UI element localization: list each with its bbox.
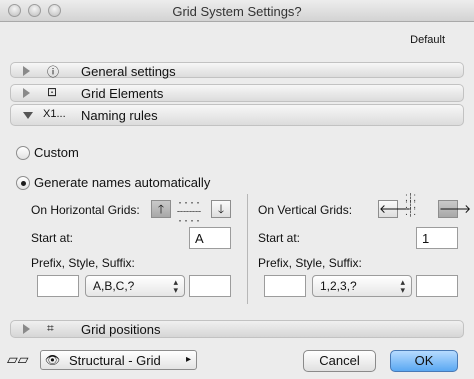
custom-label: Custom	[34, 145, 79, 160]
section-label: Grid positions	[81, 322, 161, 337]
horizontal-style-popup[interactable]: A,B,C,? ▴ ▾	[85, 275, 185, 297]
vertical-suffix-field[interactable]	[416, 275, 458, 297]
custom-radio[interactable]	[16, 146, 30, 160]
disclosure-triangle-icon	[23, 112, 33, 119]
section-naming-rules[interactable]: X1... Naming rules	[10, 104, 464, 126]
eye-icon: 👁	[45, 353, 61, 367]
vertical-start-label: Start at:	[258, 231, 301, 245]
vertical-style-value: 1,2,3,?	[320, 279, 357, 293]
section-general-settings[interactable]: ⓘ General settings	[10, 62, 464, 79]
footer: ▱▱ 👁 Structural - Grid ▸ Cancel OK	[0, 342, 474, 379]
section-grid-elements[interactable]: ⊡ Grid Elements	[10, 84, 464, 102]
arrow-right-button[interactable]: 🡒	[438, 200, 471, 218]
popup-arrow-icon: ▸	[185, 354, 191, 365]
horizontal-psf-label: Prefix, Style, Suffix:	[31, 256, 135, 270]
layer-name: Structural - Grid	[69, 353, 161, 368]
vertical-psf-label: Prefix, Style, Suffix:	[258, 256, 362, 270]
horizontal-grid-icon: ···· ┄┄┄┄ ····	[177, 198, 202, 227]
section-label: Naming rules	[81, 108, 158, 123]
grid-elements-icon: ⊡	[47, 85, 58, 99]
section-grid-positions[interactable]: ⌗ Grid positions	[10, 320, 464, 338]
popup-arrows-icon: ▴ ▾	[173, 277, 178, 295]
naming-icon: X1...	[43, 108, 66, 120]
layers-icon: ▱▱	[7, 351, 29, 367]
vertical-grids-label: On Vertical Grids:	[258, 203, 353, 217]
section-label: General settings	[81, 64, 176, 79]
horizontal-start-label: Start at:	[31, 231, 74, 245]
horizontal-style-value: A,B,C,?	[93, 279, 135, 293]
cancel-button[interactable]: Cancel	[303, 350, 376, 372]
horizontal-start-field[interactable]: A	[189, 227, 231, 249]
vertical-prefix-field[interactable]	[264, 275, 306, 297]
info-icon: ⓘ	[47, 65, 60, 79]
disclosure-triangle-icon	[23, 88, 30, 98]
disclosure-triangle-icon	[23, 66, 30, 76]
vertical-style-popup[interactable]: 1,2,3,? ▴ ▾	[312, 275, 412, 297]
layer-popup[interactable]: 👁 Structural - Grid ▸	[40, 350, 197, 370]
arrow-up-button[interactable]: 🡑	[151, 200, 171, 218]
arrow-down-button[interactable]: 🡓	[211, 200, 231, 218]
vertical-grid-icon: ⁚┆⁚ ⁚┆⁚ ⁚┆⁚	[405, 194, 417, 218]
divider	[247, 194, 248, 304]
grid-positions-icon: ⌗	[47, 321, 54, 335]
vertical-start-field[interactable]: 1	[416, 227, 458, 249]
generate-auto-radio[interactable]	[16, 176, 30, 190]
ok-button[interactable]: OK	[390, 350, 458, 372]
horizontal-prefix-field[interactable]	[37, 275, 79, 297]
horizontal-suffix-field[interactable]	[189, 275, 231, 297]
disclosure-triangle-icon	[23, 324, 30, 334]
arrow-left-button[interactable]: 🡐	[378, 200, 411, 218]
window-title: Grid System Settings?	[172, 4, 302, 19]
generate-auto-label: Generate names automatically	[34, 175, 211, 190]
title-bar: Grid System Settings?	[0, 0, 474, 22]
section-label: Grid Elements	[81, 86, 164, 101]
horizontal-grids-label: On Horizontal Grids:	[31, 203, 140, 217]
default-settings-label: Default	[410, 34, 445, 46]
popup-arrows-icon: ▴ ▾	[400, 277, 405, 295]
settings-bar: Default	[0, 22, 474, 58]
